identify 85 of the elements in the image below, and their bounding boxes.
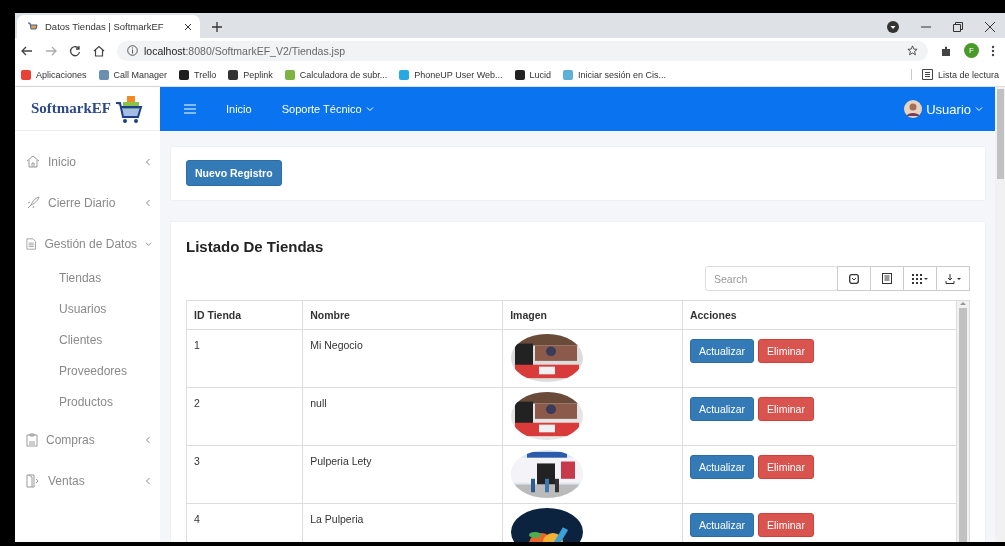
restore-icon[interactable] [953, 22, 963, 32]
list-icon [921, 69, 933, 80]
column-header[interactable]: Acciones [682, 301, 957, 329]
delete-button[interactable]: Eliminar [758, 338, 814, 363]
chevron-left-icon [144, 476, 152, 485]
close-icon[interactable] [985, 22, 995, 32]
delete-button[interactable]: Eliminar [758, 454, 814, 479]
sidebar-subitem[interactable]: Tiendas [26, 261, 152, 295]
table-cell: 2 [187, 387, 303, 445]
avatar-icon [904, 100, 923, 118]
table-cell: null [302, 387, 503, 445]
bookmark[interactable]: PhoneUP User Web... [399, 69, 503, 80]
bookmark[interactable]: Peplink [228, 69, 273, 80]
bookmark[interactable]: Calculadora de subr... [284, 69, 388, 80]
sidebar-item[interactable]: Inicio [26, 141, 152, 182]
card-view-button[interactable] [870, 266, 904, 291]
scrollbar[interactable] [957, 301, 969, 542]
browser-tab[interactable]: Datos Tiendas | SoftmarkEF [17, 15, 200, 38]
bookmark[interactable]: Aplicaciones [21, 69, 87, 80]
update-button[interactable]: Actualizar [689, 454, 754, 479]
card-view-icon [882, 273, 892, 284]
plus-icon[interactable] [212, 22, 222, 32]
document-icon [26, 236, 37, 251]
column-header[interactable]: ID Tienda [187, 301, 303, 329]
app-logo[interactable]: SoftmarkEF [31, 100, 111, 117]
menu-icon[interactable] [991, 44, 995, 57]
chevron-left-icon [144, 435, 152, 444]
home-icon[interactable] [93, 44, 105, 57]
delete-button[interactable]: Eliminar [758, 396, 814, 421]
column-header[interactable]: Nombre [302, 301, 503, 329]
nav-link[interactable]: Inicio [226, 103, 252, 115]
bookmark[interactable]: Trello [179, 69, 217, 80]
star-icon[interactable] [907, 45, 918, 56]
table-cell: Mi Negocio [302, 329, 503, 387]
sidebar-item[interactable]: Cierre Diario [26, 182, 152, 223]
nav-link[interactable]: Soporte Técnico [281, 103, 374, 115]
list-title: Listado De Tiendas [186, 238, 325, 255]
sidebar-subitem[interactable]: Proveedores [26, 354, 152, 388]
chevron-down-icon [975, 105, 983, 113]
sidebar-subitem[interactable]: Clientes [26, 323, 152, 357]
table-cell: 4 [187, 503, 303, 542]
search-field[interactable]: Search [705, 266, 838, 291]
sidebar-subitem[interactable]: Productos [26, 385, 152, 419]
column-header[interactable]: Imagen [502, 301, 683, 329]
url-text: localhost:8080/SoftmarkEF_V2/Tiendas.jsp [144, 44, 345, 57]
media-icon[interactable] [887, 21, 899, 33]
toggle-icon [849, 273, 859, 284]
update-button[interactable]: Actualizar [689, 512, 754, 537]
profile-avatar[interactable]: F [964, 43, 979, 58]
sidebar-subitem[interactable]: Usuarios [26, 292, 152, 326]
table-cell: Pulperia Lety [302, 445, 503, 503]
cart-icon [27, 21, 38, 32]
close-icon[interactable] [184, 22, 192, 31]
address-bar[interactable]: localhost:8080/SoftmarkEF_V2/Tiendas.jsp [117, 40, 928, 61]
update-button[interactable]: Actualizar [689, 338, 754, 363]
download-icon [945, 273, 961, 284]
toggle-button[interactable] [837, 266, 871, 291]
bookmark[interactable]: Call Manager [98, 69, 168, 80]
page-scrollbar[interactable] [995, 87, 1005, 542]
bookmark[interactable]: Iniciar sesión en Cis... [563, 69, 667, 80]
grid-icon [912, 273, 928, 284]
house-icon [26, 155, 40, 168]
sidebar-item[interactable]: Gestión de Datos [26, 223, 152, 264]
door-exit-icon [26, 473, 40, 488]
table-cell: 3 [187, 445, 303, 503]
new-record-button[interactable]: Nuevo Registro [186, 160, 282, 186]
delete-button[interactable]: Eliminar [758, 512, 814, 537]
table-cell: La Pulperia [302, 503, 503, 542]
sidebar-item[interactable]: Compras [26, 419, 152, 460]
clipboard-icon [26, 432, 38, 447]
table-cell: 1 [187, 329, 303, 387]
chevron-left-icon [144, 198, 152, 207]
reload-icon[interactable] [69, 44, 81, 57]
user-menu[interactable]: Usuario [904, 100, 983, 118]
chevron-left-icon [144, 157, 152, 166]
bookmark[interactable]: Lucid [514, 69, 552, 80]
shopping-cart-icon [115, 93, 143, 124]
columns-button[interactable] [903, 266, 937, 291]
info-icon [127, 45, 138, 56]
update-button[interactable]: Actualizar [689, 396, 754, 421]
reading-list[interactable]: Lista de lectura [910, 69, 999, 80]
back-icon[interactable] [21, 44, 33, 57]
chevron-down-icon [365, 105, 374, 113]
sidebar-item[interactable]: Ventas [26, 460, 152, 501]
chevron-down-icon [145, 239, 152, 248]
